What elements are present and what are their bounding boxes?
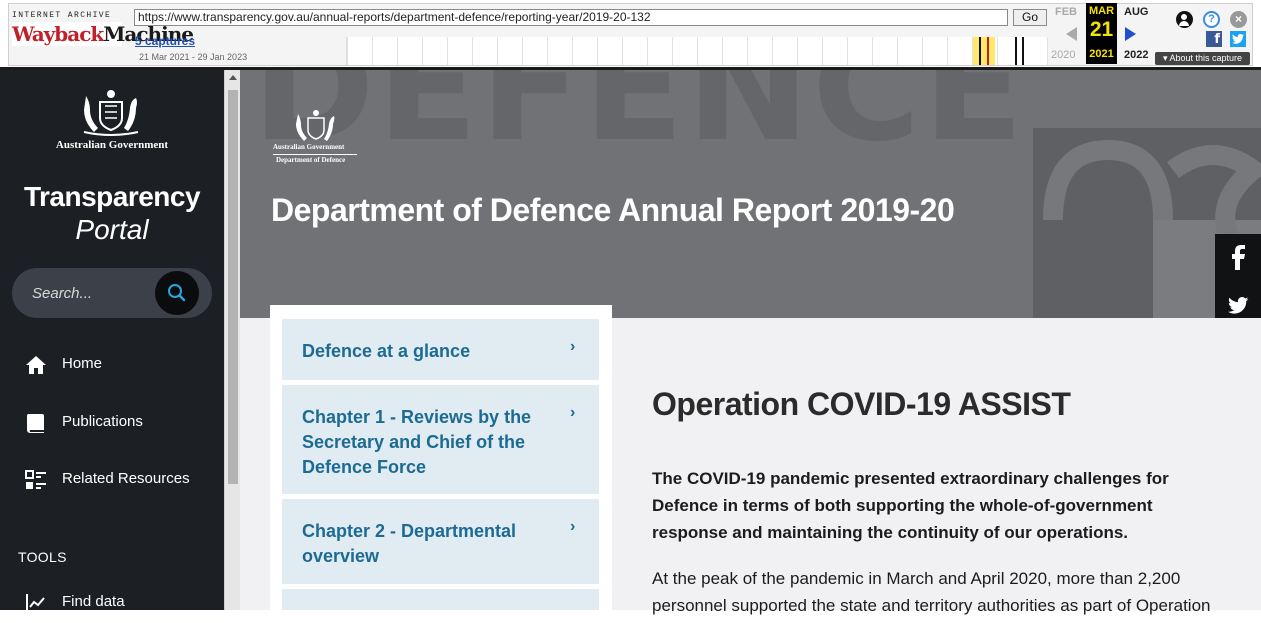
department-government-name: Australian Government (273, 143, 345, 151)
toc-item-label: Defence at a glance (302, 341, 471, 361)
next-capture-year[interactable]: 2022 (1124, 49, 1148, 61)
search-input[interactable] (32, 283, 152, 303)
nav-item-find-data[interactable]: Find data (0, 583, 224, 623)
twitter-share-icon[interactable] (1230, 31, 1246, 47)
search-icon (168, 284, 186, 302)
article-lead-paragraph: The COVID-19 pandemic presented extraord… (652, 469, 1169, 542)
nav-label-publications: Publications (62, 413, 143, 430)
home-icon (26, 356, 46, 374)
sidebar: Australian Government Transparency Porta… (0, 70, 224, 613)
capture-sparkline[interactable] (346, 37, 1048, 65)
facebook-share-button[interactable] (1215, 234, 1261, 282)
internet-archive-label: INTERNET ARCHIVE (12, 11, 112, 20)
toc-item-label: Chapter 1 - Reviews by the Secretary and… (302, 407, 532, 477)
article-heading: Operation COVID-19 ASSIST (652, 386, 1071, 422)
coat-of-arms-logo[interactable] (78, 88, 144, 138)
scroll-up-arrow-icon[interactable] (229, 75, 237, 80)
capture-date-range: 21 Mar 2021 - 29 Jan 2023 (139, 52, 248, 62)
book-icon (26, 414, 44, 433)
prev-capture-year[interactable]: 2020 (1051, 49, 1075, 61)
nav-label-find-data: Find data (62, 593, 125, 610)
prev-capture-month[interactable]: FEB (1055, 6, 1077, 18)
tools-heading: TOOLS (18, 549, 67, 565)
toc-item-next[interactable] (282, 589, 599, 610)
sparkline-capture-mark[interactable] (979, 37, 981, 65)
wayback-toolbar: INTERNET ARCHIVE WaybackMachine https://… (0, 0, 1261, 70)
table-of-contents: Defence at a glance › Chapter 1 - Review… (270, 305, 612, 610)
nav-item-publications[interactable]: Publications (0, 403, 224, 443)
toc-item-defence-at-a-glance[interactable]: Defence at a glance › (282, 319, 599, 380)
article-paragraph: At the peak of the pandemic in March and… (652, 569, 1211, 615)
next-capture-arrow-icon[interactable] (1125, 27, 1136, 41)
sparkline-capture-mark[interactable] (987, 37, 989, 65)
current-capture-month: MAR (1088, 5, 1115, 17)
help-icon[interactable]: ? (1203, 11, 1220, 28)
sparkline-capture-mark[interactable] (1015, 37, 1017, 65)
department-name: Department of Defence (276, 156, 346, 164)
wayback-url-input[interactable]: https://www.transparency.gov.au/annual-r… (134, 9, 1008, 26)
sparkline-current-highlight (973, 37, 995, 65)
facebook-share-icon[interactable]: f (1206, 31, 1222, 47)
chart-icon (26, 594, 45, 613)
portal-title[interactable]: Transparency (0, 181, 224, 213)
page-title: Department of Defence Annual Report 2019… (271, 192, 955, 228)
nav-item-related-resources[interactable]: Related Resources (0, 460, 224, 500)
current-capture-day: 21 (1089, 18, 1114, 41)
sparkline-capture-mark[interactable] (1022, 37, 1024, 65)
resources-icon (25, 470, 46, 489)
nav-item-home[interactable]: Home (0, 345, 224, 385)
facebook-icon (1232, 245, 1245, 270)
government-name: Australian Government (55, 139, 169, 151)
search-box (12, 268, 212, 318)
prev-capture-arrow-icon[interactable] (1066, 27, 1077, 41)
wayback-go-button[interactable]: Go (1013, 9, 1047, 26)
toc-item-label: Chapter 2 - Departmental overview (302, 521, 517, 566)
toc-item-chapter-1[interactable]: Chapter 1 - Reviews by the Secretary and… (282, 385, 599, 494)
chevron-right-icon: › (570, 338, 576, 355)
wayback-logo[interactable]: WaybackMachine (12, 22, 194, 46)
sidebar-scrollbar[interactable] (224, 70, 240, 610)
search-button[interactable] (155, 271, 199, 315)
about-capture-button[interactable]: ▾ About this capture (1155, 52, 1250, 65)
chevron-right-icon: › (570, 518, 576, 535)
scrollbar-thumb[interactable] (228, 90, 238, 484)
next-capture-month[interactable]: AUG (1124, 6, 1148, 18)
user-account-icon[interactable] (1176, 11, 1193, 28)
current-capture-year: 2021 (1089, 48, 1114, 60)
captures-link[interactable]: 5 captures (135, 34, 195, 48)
about-capture-label: About this capture (1169, 53, 1243, 63)
hero-background-text: DEFENCE (252, 70, 1026, 174)
portal-subtitle[interactable]: Portal (0, 214, 224, 246)
close-icon[interactable]: × (1230, 11, 1247, 28)
chevron-right-icon: › (570, 404, 576, 421)
hero-banner: DEFENCE Australian Government Department… (240, 70, 1261, 318)
nav-label-related-resources: Related Resources (62, 470, 190, 487)
toc-item-chapter-2[interactable]: Chapter 2 - Departmental overview › (282, 499, 599, 584)
wayback-logo-text: Wayback (12, 22, 104, 46)
nav-label-home: Home (62, 355, 103, 372)
department-divider (273, 154, 357, 155)
current-capture-date: MAR 21 2021 (1086, 3, 1117, 64)
